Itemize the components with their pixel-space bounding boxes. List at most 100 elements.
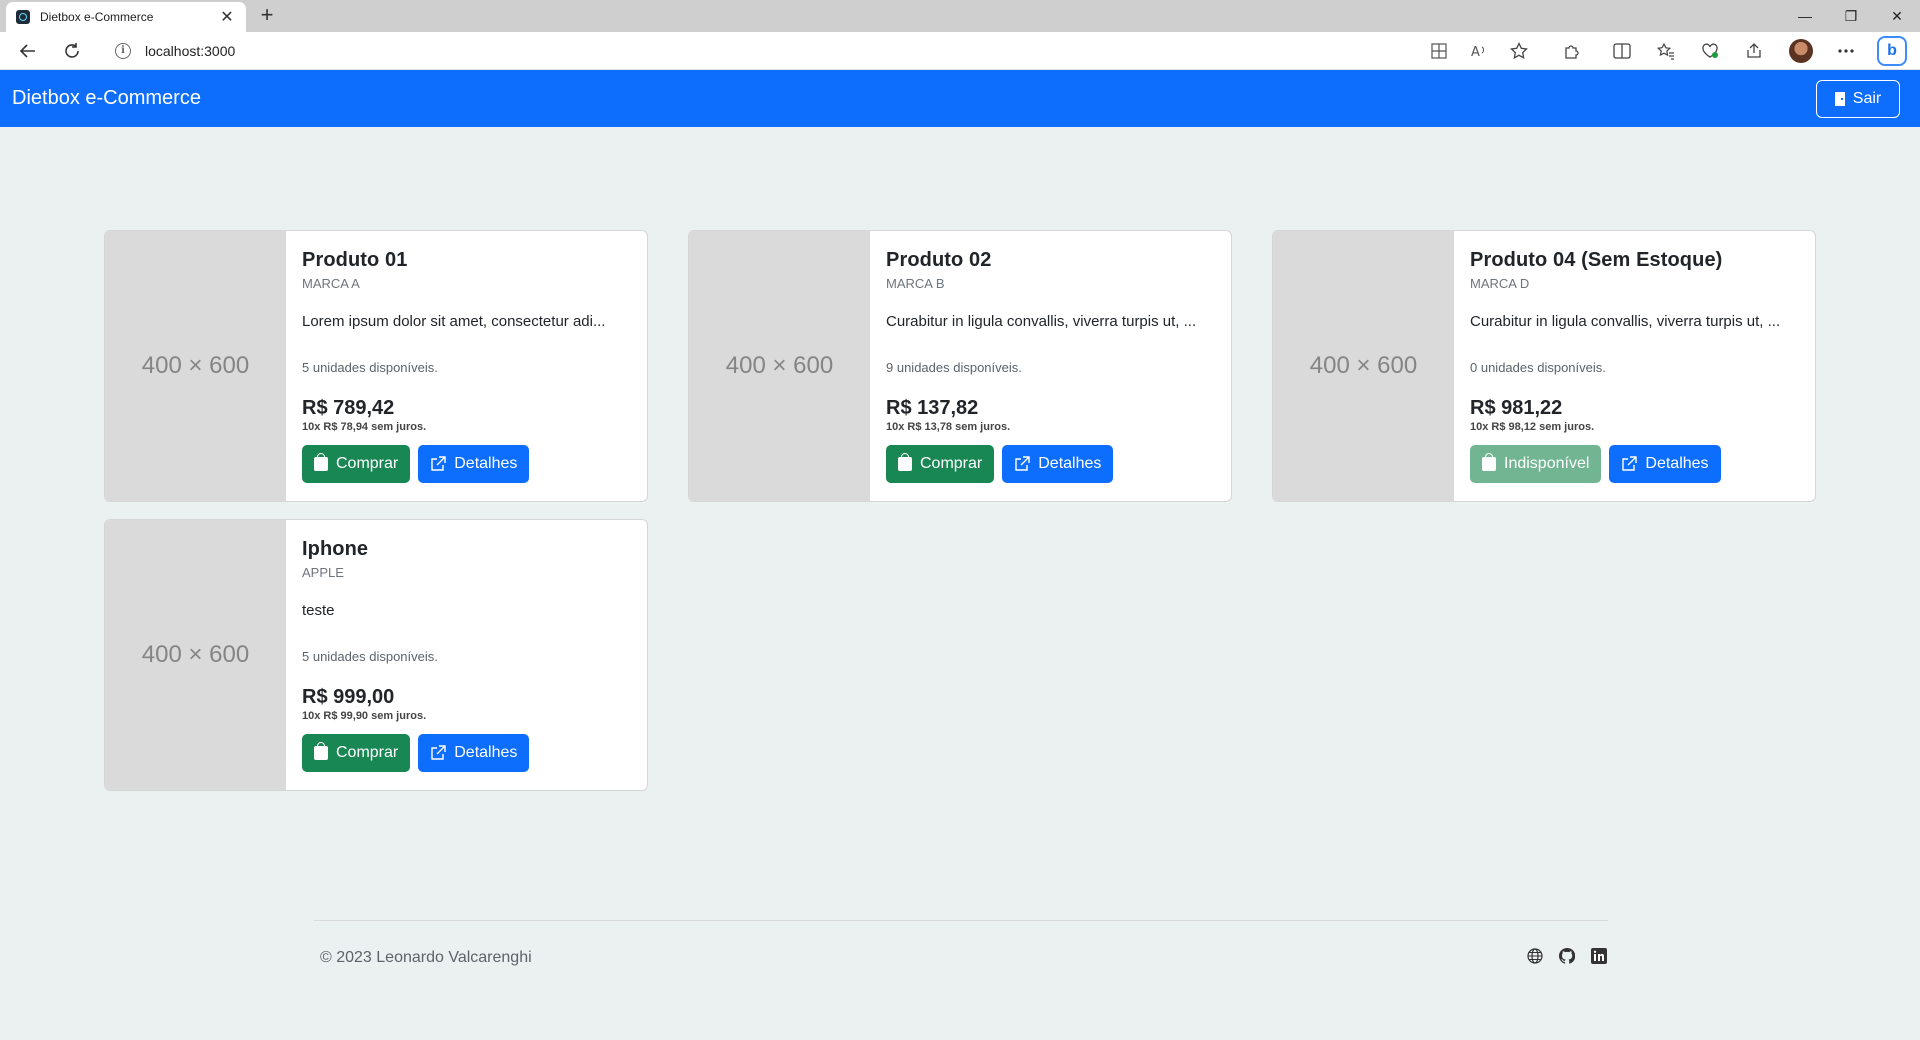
details-label: Detalhes bbox=[1645, 455, 1709, 472]
favorites-button[interactable] bbox=[1652, 37, 1680, 65]
product-description: teste bbox=[302, 602, 335, 619]
address-bar[interactable]: i localhost:3000 bbox=[103, 36, 1539, 66]
favorites-list-icon bbox=[1657, 42, 1674, 60]
back-button[interactable] bbox=[14, 37, 42, 65]
app-available-button[interactable] bbox=[1425, 37, 1453, 65]
linkedin-icon[interactable] bbox=[1590, 947, 1608, 965]
apps-icon bbox=[1431, 43, 1447, 59]
product-brand: MARCA A bbox=[302, 276, 360, 291]
react-favicon-icon bbox=[16, 10, 30, 24]
new-tab-button[interactable]: + bbox=[254, 3, 280, 29]
details-label: Detalhes bbox=[454, 744, 518, 761]
product-name: Produto 04 (Sem Estoque) bbox=[1470, 249, 1723, 271]
site-info-icon[interactable]: i bbox=[115, 43, 131, 59]
github-icon[interactable] bbox=[1558, 947, 1576, 965]
product-stock: 0 unidades disponíveis. bbox=[1470, 360, 1606, 375]
svg-text:A: A bbox=[1471, 45, 1480, 59]
bing-copilot-icon[interactable]: b bbox=[1877, 36, 1907, 66]
external-link-icon bbox=[1015, 456, 1030, 471]
close-window-button[interactable]: ✕ bbox=[1874, 0, 1920, 32]
share-icon bbox=[1747, 43, 1761, 58]
read-aloud-button[interactable]: A bbox=[1465, 37, 1493, 65]
product-card: 400 × 600 Produto 01 MARCA A Lorem ipsum… bbox=[104, 230, 648, 502]
more-dots-icon bbox=[1838, 49, 1854, 53]
product-stock: 5 unidades disponíveis. bbox=[302, 649, 438, 664]
copyright-text: © 2023 Leonardo Valcarenghi bbox=[320, 949, 532, 966]
product-stock: 9 unidades disponíveis. bbox=[886, 360, 1022, 375]
product-name: Iphone bbox=[302, 538, 369, 560]
product-installments: 10x R$ 98,12 sem juros. bbox=[1470, 421, 1595, 433]
product-price: R$ 789,42 bbox=[302, 397, 395, 419]
product-stock: 5 unidades disponíveis. bbox=[302, 360, 438, 375]
arrow-left-icon bbox=[19, 44, 35, 58]
buy-label: Comprar bbox=[336, 744, 399, 761]
product-description: Curabitur in ligula convallis, viverra t… bbox=[886, 313, 1197, 330]
profile-avatar[interactable] bbox=[1789, 39, 1813, 63]
split-screen-button[interactable] bbox=[1608, 37, 1636, 65]
brand-title[interactable]: Dietbox e-Commerce bbox=[12, 87, 201, 110]
globe-icon[interactable] bbox=[1526, 947, 1544, 965]
product-brand: MARCA B bbox=[886, 276, 945, 291]
details-button[interactable]: Detalhes bbox=[418, 445, 530, 483]
product-brand: MARCA D bbox=[1470, 276, 1530, 291]
read-aloud-icon: A bbox=[1471, 45, 1484, 59]
product-price: R$ 981,22 bbox=[1470, 397, 1563, 419]
details-button[interactable]: Detalhes bbox=[418, 734, 530, 772]
extensions-button[interactable] bbox=[1558, 37, 1586, 65]
product-image-placeholder: 400 × 600 bbox=[689, 231, 870, 501]
product-brand: APPLE bbox=[302, 565, 344, 580]
buy-label: Comprar bbox=[920, 455, 983, 472]
buy-button[interactable]: Comprar bbox=[302, 734, 411, 772]
share-button[interactable] bbox=[1740, 37, 1768, 65]
buy-label: Comprar bbox=[336, 455, 399, 472]
puzzle-icon bbox=[1565, 45, 1579, 59]
product-description: Lorem ipsum dolor sit amet, consectetur … bbox=[302, 313, 606, 330]
browser-toolbar: i localhost:3000 A b bbox=[0, 32, 1920, 70]
browser-tab-bar: Dietbox e-Commerce ✕ + — ❐ ✕ bbox=[0, 0, 1920, 32]
split-screen-icon bbox=[1613, 43, 1631, 59]
more-menu-button[interactable] bbox=[1832, 37, 1860, 65]
restore-button[interactable]: ❐ bbox=[1828, 0, 1874, 32]
product-installments: 10x R$ 99,90 sem juros. bbox=[302, 710, 427, 722]
social-links bbox=[1526, 947, 1608, 965]
reload-icon bbox=[65, 43, 79, 58]
favorite-star-button[interactable] bbox=[1505, 37, 1533, 65]
minimize-button[interactable]: — bbox=[1782, 0, 1828, 32]
shopping-bag-icon bbox=[314, 453, 328, 471]
external-link-icon bbox=[431, 456, 446, 471]
logout-button[interactable]: Sair bbox=[1816, 80, 1900, 118]
product-installments: 10x R$ 78,94 sem juros. bbox=[302, 421, 427, 433]
unavailable-button: Indisponível bbox=[1470, 445, 1602, 483]
browser-tab[interactable]: Dietbox e-Commerce ✕ bbox=[6, 2, 246, 32]
star-icon bbox=[1510, 42, 1528, 60]
product-name: Produto 02 bbox=[886, 249, 992, 271]
product-card: 400 × 600 Iphone APPLE teste 5 unidades … bbox=[104, 519, 648, 791]
address-url: localhost:3000 bbox=[145, 43, 236, 59]
product-price: R$ 137,82 bbox=[886, 397, 979, 419]
heart-pulse-icon bbox=[1702, 43, 1718, 58]
product-image-placeholder: 400 × 600 bbox=[105, 231, 286, 501]
buy-button[interactable]: Comprar bbox=[302, 445, 411, 483]
browser-essentials-button[interactable] bbox=[1696, 37, 1724, 65]
product-installments: 10x R$ 13,78 sem juros. bbox=[886, 421, 1011, 433]
shopping-bag-icon bbox=[898, 453, 912, 471]
reload-button[interactable] bbox=[58, 37, 86, 65]
product-name: Produto 01 bbox=[302, 249, 408, 271]
details-button[interactable]: Detalhes bbox=[1609, 445, 1721, 483]
external-link-icon bbox=[431, 745, 446, 760]
product-image-placeholder: 400 × 600 bbox=[1273, 231, 1454, 501]
shopping-bag-icon bbox=[1482, 453, 1496, 471]
buy-button[interactable]: Comprar bbox=[886, 445, 995, 483]
page-footer: © 2023 Leonardo Valcarenghi bbox=[314, 920, 1608, 966]
details-button[interactable]: Detalhes bbox=[1002, 445, 1114, 483]
product-card: 400 × 600 Produto 02 MARCA B Curabitur i… bbox=[688, 230, 1232, 502]
unavailable-label: Indisponível bbox=[1504, 455, 1590, 472]
logout-label: Sair bbox=[1852, 90, 1882, 107]
app-navbar: Dietbox e-Commerce Sair bbox=[0, 70, 1920, 127]
external-link-icon bbox=[1622, 456, 1638, 471]
details-label: Detalhes bbox=[454, 455, 518, 472]
product-price: R$ 999,00 bbox=[302, 686, 395, 708]
tab-title: Dietbox e-Commerce bbox=[40, 10, 154, 24]
tab-close-button[interactable]: ✕ bbox=[218, 7, 236, 27]
product-image-placeholder: 400 × 600 bbox=[105, 520, 286, 790]
